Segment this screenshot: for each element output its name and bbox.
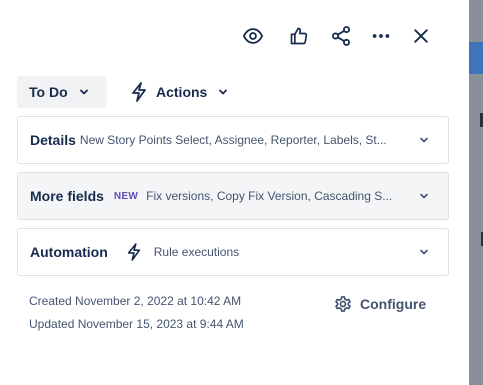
- details-section[interactable]: Details New Story Points Select, Assigne…: [17, 116, 449, 164]
- share-button[interactable]: [327, 22, 355, 50]
- chevron-down-icon: [78, 86, 90, 98]
- status-dropdown[interactable]: To Do: [17, 76, 107, 108]
- gear-icon: [333, 294, 353, 314]
- created-timestamp: Created November 2, 2022 at 10:42 AM: [29, 294, 242, 308]
- lightning-bolt-icon: [126, 242, 142, 262]
- automation-title: Automation: [30, 244, 108, 260]
- chevron-down-icon: [418, 190, 430, 202]
- share-icon: [332, 26, 350, 46]
- chevron-down-icon: [418, 134, 430, 146]
- issue-detail-panel: To Do Actions Details New Story Points S…: [0, 0, 469, 385]
- configure-button[interactable]: Configure: [333, 293, 426, 315]
- more-fields-section[interactable]: More fields NEW Fix versions, Copy Fix V…: [17, 172, 449, 220]
- updated-timestamp: Updated November 15, 2023 at 9:44 AM: [29, 317, 244, 331]
- actions-dropdown[interactable]: Actions: [124, 76, 235, 108]
- lightning-bolt-icon: [130, 82, 148, 102]
- chevron-down-icon: [217, 86, 229, 98]
- more-horizontal-icon: [372, 34, 390, 38]
- background-tab-fragment: [469, 42, 483, 74]
- status-label: To Do: [29, 84, 68, 100]
- details-summary: New Story Points Select, Assignee, Repor…: [79, 133, 387, 147]
- new-badge: NEW: [113, 190, 139, 202]
- more-actions-button[interactable]: [367, 22, 395, 50]
- configure-label: Configure: [360, 296, 427, 312]
- automation-summary: Rule executions: [153, 245, 240, 259]
- automation-section[interactable]: Automation Rule executions: [17, 228, 449, 276]
- chevron-down-icon: [418, 246, 430, 258]
- close-icon: [414, 29, 428, 43]
- more-fields-title: More fields: [30, 188, 104, 204]
- details-title: Details: [30, 132, 76, 148]
- watch-button[interactable]: [239, 22, 267, 50]
- close-button[interactable]: [407, 22, 435, 50]
- background-overlay: [469, 0, 483, 385]
- thumbs-up-icon: [290, 27, 308, 45]
- vote-button[interactable]: [285, 22, 313, 50]
- actions-label: Actions: [156, 84, 208, 100]
- more-fields-summary: Fix versions, Copy Fix Version, Cascadin…: [146, 189, 393, 203]
- eye-icon: [242, 28, 264, 44]
